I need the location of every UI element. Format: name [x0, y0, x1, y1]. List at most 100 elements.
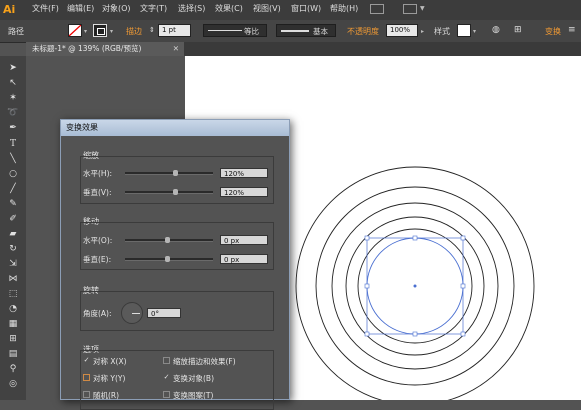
angle-field[interactable]: 0° — [147, 308, 181, 318]
stroke-label[interactable]: 描边 — [126, 26, 142, 37]
menu-effect[interactable]: 效果(C) — [215, 3, 243, 14]
menu-type[interactable]: 文字(T) — [140, 3, 167, 14]
perspective-grid-tool-icon[interactable]: ▦ — [6, 318, 20, 330]
blob-brush-tool-icon[interactable]: ✐ — [6, 213, 20, 225]
eraser-tool-icon[interactable]: ▰ — [6, 228, 20, 240]
reflect-x-checkbox[interactable]: ✓ — [83, 357, 90, 364]
selection-handle — [364, 331, 370, 337]
scale-vertical-slider[interactable] — [125, 191, 213, 194]
control-bar: 路径 ▾ ▾ 描边 ⇕ 1 pt 等比 基本 不透明度 100% ▸ 样式 ▾ … — [0, 20, 581, 43]
ellipse-tool-icon[interactable]: ○ — [6, 168, 20, 180]
style-dropdown-icon[interactable]: ▾ — [473, 28, 476, 35]
transform-effect-dialog: 变换效果 缩放 水平(H): 120% 垂直(V): 120% 移动 水平(O)… — [60, 119, 290, 410]
selection-handle — [460, 331, 466, 337]
move-horizontal-field[interactable]: 0 px — [220, 235, 268, 245]
scale-horizontal-slider[interactable] — [125, 172, 213, 175]
scale-tool-icon[interactable]: ⇲ — [6, 258, 20, 270]
width-tool-icon[interactable]: ⋈ — [6, 273, 20, 285]
angle-dial[interactable] — [121, 302, 143, 324]
close-icon[interactable]: ✕ — [173, 42, 179, 56]
move-vertical-thumb[interactable] — [165, 256, 170, 262]
menu-help[interactable]: 帮助(H) — [330, 3, 358, 14]
document-tab-title: 未标题-1* @ 139% (RGB/预览) — [32, 44, 142, 53]
object-type-label: 路径 — [8, 27, 24, 36]
selection-handle — [460, 283, 466, 289]
transform-label[interactable]: 变换 — [545, 26, 561, 37]
blend-tool-icon[interactable]: ◎ — [6, 378, 20, 390]
opacity-field[interactable]: 100% — [386, 24, 418, 37]
magic-wand-tool-icon[interactable]: ✶ — [6, 92, 20, 104]
document-tab[interactable]: 未标题-1* @ 139% (RGB/预览) ✕ — [26, 42, 184, 56]
shape-builder-tool-icon[interactable]: ◔ — [6, 303, 20, 315]
pen-tool-icon[interactable]: ✒ — [6, 122, 20, 134]
gradient-tool-icon[interactable]: ▤ — [6, 348, 20, 360]
move-vertical-label: 垂直(E): — [83, 255, 112, 264]
scale-horizontal-field[interactable]: 120% — [220, 168, 268, 178]
chevron-down-icon[interactable]: ▼ — [420, 5, 425, 12]
mesh-tool-icon[interactable]: ⊞ — [6, 333, 20, 345]
transform-patterns-label: 变换图案(T) — [173, 391, 214, 400]
reflect-x-label: 对称 X(X) — [93, 357, 127, 366]
menu-view[interactable]: 视图(V) — [253, 3, 281, 14]
transform-patterns-checkbox[interactable] — [163, 391, 170, 398]
document-tab-bar: 未标题-1* @ 139% (RGB/预览) ✕ — [26, 42, 581, 56]
transform-objects-label: 变换对象(B) — [173, 374, 214, 383]
opacity-dropdown-icon[interactable]: ▸ — [421, 28, 424, 35]
angle-label: 角度(A): — [83, 309, 112, 318]
free-transform-tool-icon[interactable]: ⬚ — [6, 288, 20, 300]
transform-objects-checkbox[interactable]: ✓ — [163, 374, 170, 381]
selection-handle — [412, 235, 418, 241]
toolbox: ➤ ↖ ✶ ➰ ✒ T ╲ ○ ╱ ✎ ✐ ▰ ↻ ⇲ ⋈ ⬚ ◔ ▦ ⊞ ▤ … — [0, 56, 27, 400]
selection-tool-icon[interactable]: ➤ — [6, 62, 20, 74]
style-label: 样式 — [434, 27, 450, 36]
stroke-profile-select[interactable]: 等比 — [203, 24, 267, 37]
fill-swatch[interactable] — [68, 24, 82, 37]
menu-object[interactable]: 对象(O) — [102, 3, 131, 14]
scale-vertical-thumb[interactable] — [173, 189, 178, 195]
selection-handle — [460, 235, 466, 241]
scale-vertical-field[interactable]: 120% — [220, 187, 268, 197]
center-point — [413, 284, 417, 288]
align-icon[interactable]: ⊞ — [514, 25, 522, 35]
stroke-swatch[interactable] — [93, 24, 107, 37]
brush-tool-icon[interactable]: ╱ — [6, 183, 20, 195]
pencil-tool-icon[interactable]: ✎ — [6, 198, 20, 210]
stroke-weight-field[interactable]: 1 pt — [158, 24, 191, 37]
menu-edit[interactable]: 编辑(E) — [67, 3, 94, 14]
reflect-y-checkbox[interactable] — [83, 374, 90, 381]
stroke-stepper-icon[interactable]: ⇕ — [149, 26, 155, 34]
panel-menu-icon[interactable]: ≡ — [568, 25, 576, 35]
move-vertical-field[interactable]: 0 px — [220, 254, 268, 264]
eyedropper-tool-icon[interactable]: ⚲ — [6, 363, 20, 375]
direct-selection-tool-icon[interactable]: ↖ — [6, 77, 20, 89]
recolor-icon[interactable]: ◍ — [492, 25, 500, 35]
menu-select[interactable]: 选择(S) — [178, 3, 205, 14]
brush-label: 基本 — [313, 27, 328, 36]
random-checkbox[interactable] — [83, 391, 90, 398]
selection-handle — [412, 331, 418, 337]
fill-dropdown-icon[interactable]: ▾ — [84, 28, 87, 35]
brush-select[interactable]: 基本 — [276, 24, 336, 37]
lasso-tool-icon[interactable]: ➰ — [6, 107, 20, 119]
graphic-style-swatch[interactable] — [457, 24, 471, 37]
reflect-y-label: 对称 Y(Y) — [93, 374, 126, 383]
arrange-documents-icon[interactable] — [403, 4, 417, 14]
move-horizontal-label: 水平(O): — [83, 236, 113, 245]
menu-window[interactable]: 窗口(W) — [291, 3, 321, 14]
opacity-label[interactable]: 不透明度 — [347, 26, 379, 37]
menu-file[interactable]: 文件(F) — [32, 3, 59, 14]
scale-strokes-label: 缩放描边和效果(F) — [173, 357, 236, 366]
move-horizontal-thumb[interactable] — [165, 237, 170, 243]
line-tool-icon[interactable]: ╲ — [6, 153, 20, 165]
scale-strokes-checkbox[interactable] — [163, 357, 170, 364]
type-tool-icon[interactable]: T — [6, 138, 20, 150]
selection-handle — [364, 235, 370, 241]
scale-vertical-label: 垂直(V): — [83, 188, 112, 197]
scale-horizontal-thumb[interactable] — [173, 170, 178, 176]
app-logo: Ai — [3, 3, 16, 16]
dialog-title: 变换效果 — [61, 120, 289, 136]
stroke-profile-label: 等比 — [244, 27, 259, 36]
stroke-dropdown-icon[interactable]: ▾ — [110, 28, 113, 35]
rotate-tool-icon[interactable]: ↻ — [6, 243, 20, 255]
bridge-icon[interactable] — [370, 4, 384, 14]
